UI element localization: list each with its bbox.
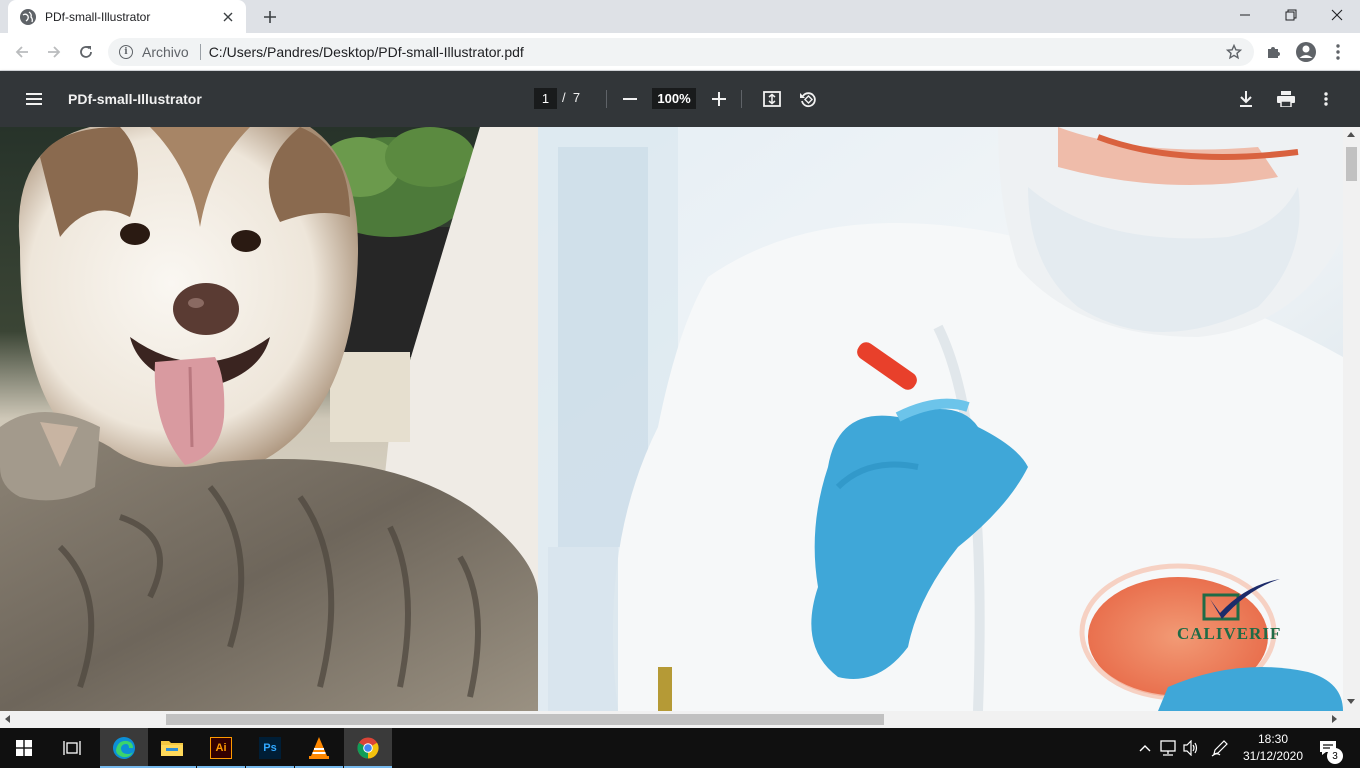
browser-menu-button[interactable] — [1326, 40, 1350, 64]
menu-kebab-icon — [1324, 92, 1328, 106]
forward-icon — [48, 46, 61, 58]
pdf-menu-icon[interactable] — [1314, 87, 1338, 111]
taskbar-illustrator[interactable]: Ai — [197, 728, 245, 768]
new-tab-button[interactable] — [258, 6, 282, 28]
minimize-icon — [1240, 14, 1250, 16]
taskbar-chrome[interactable] — [344, 728, 392, 768]
toolbar-divider — [741, 90, 742, 108]
print-icon[interactable] — [1274, 87, 1298, 111]
browser-tab[interactable]: PDf-small-Illustrator — [8, 0, 246, 33]
hamburger-icon[interactable] — [22, 87, 46, 111]
zoom-level-input[interactable]: 100% — [652, 88, 696, 109]
caliverif-logo-text: CALIVERIF — [1177, 624, 1282, 643]
maximize-icon — [1285, 9, 1297, 21]
pdf-toolbar: PDf-small-Illustrator 1 / 7 100% — [0, 71, 1360, 127]
maximize-button[interactable] — [1268, 0, 1314, 30]
fit-page-icon[interactable] — [760, 87, 784, 111]
zoom-out-icon[interactable] — [618, 87, 642, 111]
page-number-input[interactable]: 1 — [534, 88, 557, 109]
vertical-scrollbar[interactable] — [1343, 127, 1360, 711]
menu-kebab-icon — [1336, 44, 1340, 60]
close-icon[interactable] — [220, 9, 236, 25]
illustrator-icon: Ai — [210, 737, 232, 759]
scroll-right-arrow-icon[interactable] — [1332, 715, 1337, 723]
network-icon[interactable] — [1159, 739, 1177, 757]
taskbar-edge[interactable] — [100, 728, 148, 768]
scroll-down-arrow-icon[interactable] — [1347, 699, 1355, 704]
page-separator: / — [562, 90, 566, 105]
folder-icon — [161, 741, 183, 756]
volume-icon[interactable] — [1182, 739, 1200, 757]
scrollbar-corner — [1343, 711, 1360, 728]
tab-strip: PDf-small-Illustrator — [0, 0, 1360, 33]
forward-button[interactable] — [42, 40, 66, 64]
dog-cat-photo — [0, 127, 538, 711]
close-window-button[interactable] — [1314, 0, 1360, 30]
chrome-icon — [357, 737, 379, 759]
vertical-scroll-thumb[interactable] — [1346, 147, 1357, 181]
windows-logo-icon — [16, 740, 32, 756]
edge-icon — [113, 737, 135, 759]
page-total: / 7 — [562, 90, 580, 105]
rotate-icon[interactable] — [796, 87, 820, 111]
system-clock[interactable]: 18:30 31/12/2020 — [1240, 731, 1306, 765]
address-divider — [199, 44, 201, 60]
pdf-title: PDf-small-Illustrator — [68, 91, 202, 107]
toolbar-divider — [606, 90, 607, 108]
info-icon[interactable]: i — [119, 45, 133, 59]
taskbar-file-explorer[interactable] — [148, 728, 196, 768]
chevron-up-icon[interactable] — [1136, 739, 1154, 757]
task-view-button[interactable] — [48, 728, 96, 768]
windows-taskbar: Ai Ps 18:30 31/12/2020 — [0, 728, 1360, 768]
back-button[interactable] — [10, 40, 34, 64]
browser-toolbar: i Archivo C:/Users/Pandres/Desktop/PDf-s… — [0, 33, 1360, 71]
reload-button[interactable] — [74, 40, 98, 64]
plus-icon — [264, 11, 276, 23]
photoshop-icon: Ps — [259, 737, 281, 759]
clock-time: 18:30 — [1257, 732, 1289, 746]
scroll-left-arrow-icon[interactable] — [5, 715, 10, 723]
scroll-up-arrow-icon[interactable] — [1347, 132, 1355, 137]
zoom-in-icon[interactable] — [707, 87, 731, 111]
reload-icon — [80, 46, 92, 58]
extensions-button[interactable] — [1262, 40, 1286, 64]
profile-icon — [1296, 42, 1316, 62]
minimize-button[interactable] — [1222, 0, 1268, 30]
pen-workspace-icon[interactable] — [1211, 739, 1229, 757]
profile-button[interactable] — [1294, 40, 1318, 64]
horizontal-scrollbar[interactable] — [0, 711, 1343, 728]
star-icon[interactable] — [1225, 43, 1243, 60]
pdf-document-area[interactable]: CALIVERIF — [0, 127, 1343, 711]
start-button[interactable] — [0, 728, 48, 768]
tab-title: PDf-small-Illustrator — [45, 9, 151, 24]
back-icon — [15, 46, 28, 58]
taskbar-vlc[interactable] — [295, 728, 343, 768]
globe-icon — [20, 8, 36, 25]
address-url[interactable]: C:/Users/Pandres/Desktop/PDf-small-Illus… — [209, 44, 524, 60]
address-bar[interactable]: i Archivo C:/Users/Pandres/Desktop/PDf-s… — [108, 38, 1254, 66]
vlc-icon — [309, 737, 329, 759]
clock-date: 31/12/2020 — [1242, 749, 1304, 763]
horizontal-scroll-thumb[interactable] — [166, 714, 884, 725]
notification-count-badge: 3 — [1327, 748, 1343, 764]
total-pages: 7 — [572, 90, 581, 105]
task-view-icon — [63, 741, 81, 755]
download-icon[interactable] — [1234, 87, 1258, 111]
extensions-icon — [1268, 47, 1280, 58]
taskbar-photoshop[interactable]: Ps — [246, 728, 294, 768]
address-scheme: Archivo — [142, 44, 189, 60]
close-icon — [1331, 9, 1343, 21]
